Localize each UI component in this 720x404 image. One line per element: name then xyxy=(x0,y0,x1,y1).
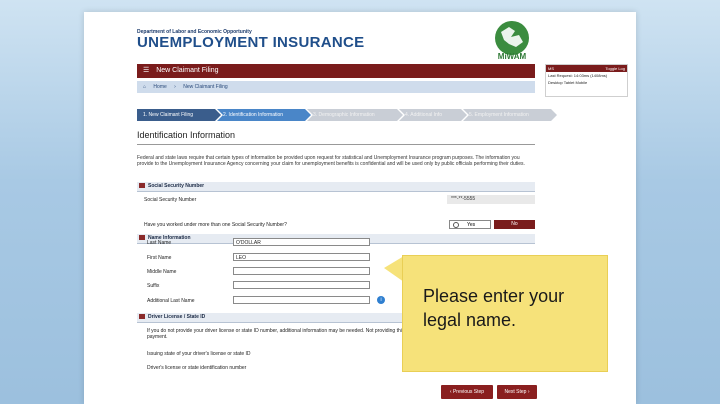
previous-step-button[interactable]: ‹ Previous Step xyxy=(441,385,493,399)
intro-paragraph: Federal and state laws require that cert… xyxy=(137,155,525,167)
info-icon[interactable]: i xyxy=(377,296,385,304)
card-icon xyxy=(139,314,145,320)
new-claimant-filing-bar: ☰ New Claimant Filing xyxy=(137,64,535,78)
suffix-label: Suffix xyxy=(147,283,160,289)
callout-pointer xyxy=(384,256,404,282)
step-additional-info: 4. Additional Info xyxy=(399,109,467,121)
radio-icon xyxy=(453,221,459,228)
multiple-ssn-no-radio[interactable]: No xyxy=(494,220,535,229)
svg-text:MiWAM: MiWAM xyxy=(498,52,527,61)
step-employment: 5. Employment Information xyxy=(463,109,557,121)
step-demographic: 3. Demographic Information xyxy=(307,109,403,121)
middle-name-label: Middle Name xyxy=(147,269,177,275)
multiple-ssn-question: Have you worked under more than one Soci… xyxy=(144,222,287,228)
breadcrumb-home[interactable]: Home xyxy=(153,84,166,90)
view-mode-links[interactable]: Desktop Tablet Mobile xyxy=(546,79,627,86)
license-number-label: Driver's license or state identification… xyxy=(147,365,247,371)
list-icon: ☰ xyxy=(143,67,150,74)
breadcrumb-separator: › xyxy=(174,84,176,90)
last-name-label: Last Name xyxy=(147,240,172,246)
filing-bar-label: New Claimant Filing xyxy=(156,67,219,74)
divider xyxy=(137,144,535,145)
ssn-label: Social Security Number xyxy=(144,197,197,203)
ssn-section-heading: Social Security Number xyxy=(137,182,535,192)
debug-panel-title: MS xyxy=(548,66,554,71)
next-step-button[interactable]: Next Step › xyxy=(497,385,537,399)
last-request-text: Last Request: 14:03ms (1408ms) xyxy=(548,73,608,78)
step-identification[interactable]: 2. Identification Information xyxy=(217,109,311,121)
first-name-input[interactable]: LEO xyxy=(233,253,370,261)
toggle-log-link[interactable]: Toggle Log xyxy=(605,65,625,72)
additional-last-name-label: Additional Last Name xyxy=(147,298,195,304)
callout-text: Please enter your legal name. xyxy=(423,286,565,330)
breadcrumb: ⌂ Home › New Claimant Filing xyxy=(137,81,535,93)
section-title: Identification Information xyxy=(137,130,236,140)
debug-panel: MS Toggle Log Last Request: 14:03ms (140… xyxy=(545,64,628,97)
issuing-state-label: Issuing state of your driver's license o… xyxy=(147,351,251,357)
step-progress: 1. New Claimant Filing 2. Identification… xyxy=(137,109,553,121)
instruction-callout: Please enter your legal name. xyxy=(402,255,608,372)
middle-name-input[interactable] xyxy=(233,267,370,275)
miwam-logo: MiWAM xyxy=(495,21,529,61)
additional-last-name-input[interactable] xyxy=(233,296,370,304)
card-icon xyxy=(139,235,145,241)
page-title: UNEMPLOYMENT INSURANCE xyxy=(137,34,365,51)
ssn-value: ***-**-5555 xyxy=(447,195,535,204)
last-name-input[interactable]: O'DOLLAR xyxy=(233,238,370,246)
step-new-claimant-filing[interactable]: 1. New Claimant Filing xyxy=(137,109,221,121)
card-icon xyxy=(139,183,145,189)
first-name-label: First Name xyxy=(147,255,172,261)
suffix-input[interactable] xyxy=(233,281,370,289)
breadcrumb-current: New Claimant Filing xyxy=(183,84,228,90)
multiple-ssn-yes-radio[interactable]: Yes xyxy=(449,220,491,229)
home-icon[interactable]: ⌂ xyxy=(143,84,146,90)
